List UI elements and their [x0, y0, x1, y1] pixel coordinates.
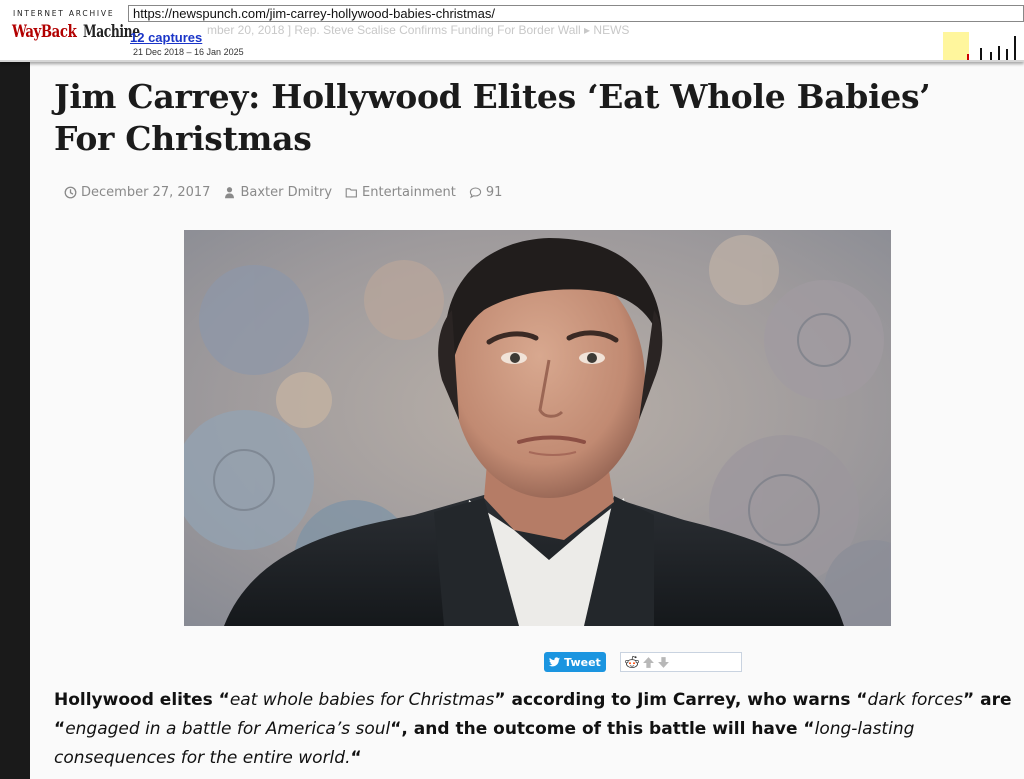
lead-text: “ — [350, 748, 362, 768]
meta-author-text[interactable]: Baxter Dmitry — [240, 185, 332, 200]
capture-date-range: 21 Dec 2018 – 16 Jan 2025 — [133, 47, 244, 57]
capture-sparkline[interactable] — [940, 30, 1024, 60]
article-lead-paragraph: Hollywood elites “eat whole babies for C… — [54, 686, 1024, 773]
sparkline-bar — [967, 54, 969, 60]
tweet-button[interactable]: Tweet — [544, 652, 606, 672]
underlying-nav-text: mber 20, 2018 ] Rep. Steve Scalise Confi… — [207, 23, 630, 37]
sparkline-bar — [990, 52, 992, 60]
clock-icon — [64, 186, 77, 199]
upvote-arrow-icon[interactable] — [642, 656, 655, 669]
twitter-bird-icon — [549, 657, 561, 667]
lead-text: “, and the outcome of this battle will h… — [390, 719, 815, 739]
tweet-label: Tweet — [564, 655, 601, 669]
wayback-toolbar: INTERNET ARCHIVE WayBack Machine mber 20… — [0, 0, 1024, 62]
sparkline-bar — [998, 46, 1000, 60]
meta-date-text: December 27, 2017 — [81, 185, 211, 200]
reddit-alien-icon[interactable] — [624, 654, 640, 670]
article-title: Jim Carrey: Hollywood Elites ‘Eat Whole … — [54, 77, 931, 158]
downvote-arrow-icon[interactable] — [657, 656, 670, 669]
user-icon — [223, 186, 236, 199]
meta-category-text[interactable]: Entertainment — [362, 185, 456, 200]
wayback-logo-part1: WayBack — [12, 22, 77, 42]
lead-quote: dark forces — [867, 690, 964, 710]
meta-date: December 27, 2017 — [64, 185, 210, 200]
article-featured-image — [184, 230, 891, 626]
sparkline-bar — [980, 48, 982, 60]
lead-quote: engaged in a battle for America’s soul — [65, 719, 391, 739]
meta-comments[interactable]: 91 — [469, 185, 503, 200]
lead-quote: eat whole babies for Christmas — [229, 690, 495, 710]
meta-category[interactable]: Entertainment — [345, 185, 456, 200]
folder-icon — [345, 186, 358, 199]
sparkline-bar — [1006, 49, 1008, 60]
share-bar: Tweet — [544, 652, 742, 672]
internet-archive-label: INTERNET ARCHIVE — [13, 9, 115, 18]
url-input[interactable]: https://newspunch.com/jim-carrey-hollywo… — [128, 5, 1024, 22]
reddit-vote-widget — [620, 652, 742, 672]
lead-text: ” according to Jim Carrey, who warns “ — [494, 690, 868, 710]
meta-author[interactable]: Baxter Dmitry — [223, 185, 332, 200]
comment-icon — [469, 186, 482, 199]
lead-text: Hollywood elites “ — [54, 690, 230, 710]
article-page: Jim Carrey: Hollywood Elites ‘Eat Whole … — [30, 62, 1024, 779]
meta-comments-count[interactable]: 91 — [486, 185, 503, 200]
sparkline-bar — [1014, 36, 1016, 60]
sparkline-highlight — [943, 32, 969, 60]
article-meta: December 27, 2017 Baxter Dmitry Entertai… — [64, 185, 515, 200]
captures-link[interactable]: 12 captures — [130, 30, 202, 45]
wayback-logo[interactable]: WayBack Machine — [12, 20, 140, 42]
